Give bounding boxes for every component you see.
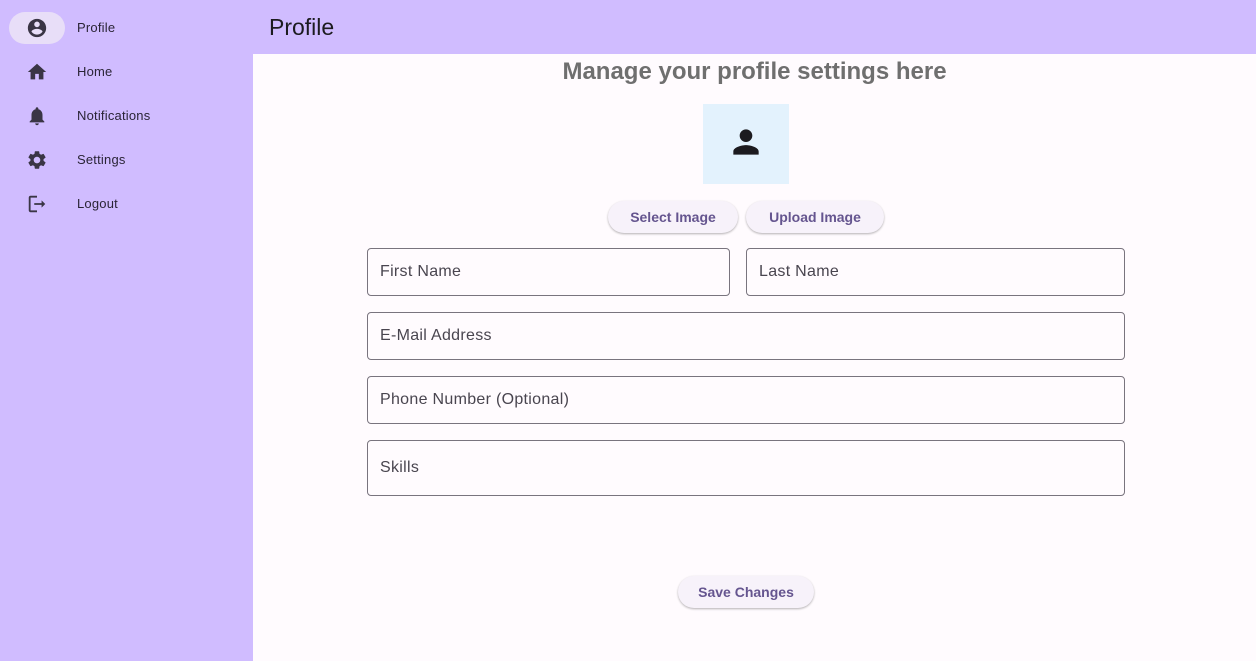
home-icon [25, 61, 49, 83]
section-heading: Manage your profile settings here [562, 58, 947, 85]
avatar [703, 104, 789, 184]
email-input[interactable] [368, 313, 1124, 359]
gear-icon [25, 149, 49, 171]
sidebar-item-label: Settings [77, 152, 126, 167]
first-name-field [367, 248, 730, 296]
select-image-button[interactable]: Select Image [608, 201, 738, 233]
profile-settings-panel: Manage your profile settings here Select… [253, 54, 1256, 661]
sidebar-item-profile[interactable]: Profile [9, 12, 244, 44]
upload-image-button[interactable]: Upload Image [746, 201, 884, 233]
navigation-sidebar: Profile Home Notifications Settings Logo… [0, 0, 253, 661]
first-name-input[interactable] [368, 249, 729, 295]
page-title: Profile [269, 14, 335, 40]
sidebar-item-label: Home [77, 64, 113, 79]
bell-icon [25, 105, 49, 127]
sidebar-item-label: Notifications [77, 108, 151, 123]
last-name-field [746, 248, 1125, 296]
logout-icon [25, 193, 49, 215]
skills-input[interactable] [368, 441, 1124, 495]
sidebar-item-home[interactable]: Home [9, 56, 244, 88]
sidebar-item-notifications[interactable]: Notifications [9, 100, 244, 132]
last-name-input[interactable] [747, 249, 1124, 295]
phone-field [367, 376, 1125, 424]
account-circle-icon [25, 17, 49, 39]
sidebar-item-label: Profile [77, 20, 116, 35]
person-icon [727, 123, 765, 166]
phone-input[interactable] [368, 377, 1124, 423]
save-changes-button[interactable]: Save Changes [678, 576, 814, 608]
email-field [367, 312, 1125, 360]
sidebar-item-label: Logout [77, 196, 118, 211]
skills-field [367, 440, 1125, 496]
sidebar-item-logout[interactable]: Logout [9, 188, 244, 220]
sidebar-item-settings[interactable]: Settings [9, 144, 244, 176]
app-bar: Profile [253, 0, 1256, 54]
